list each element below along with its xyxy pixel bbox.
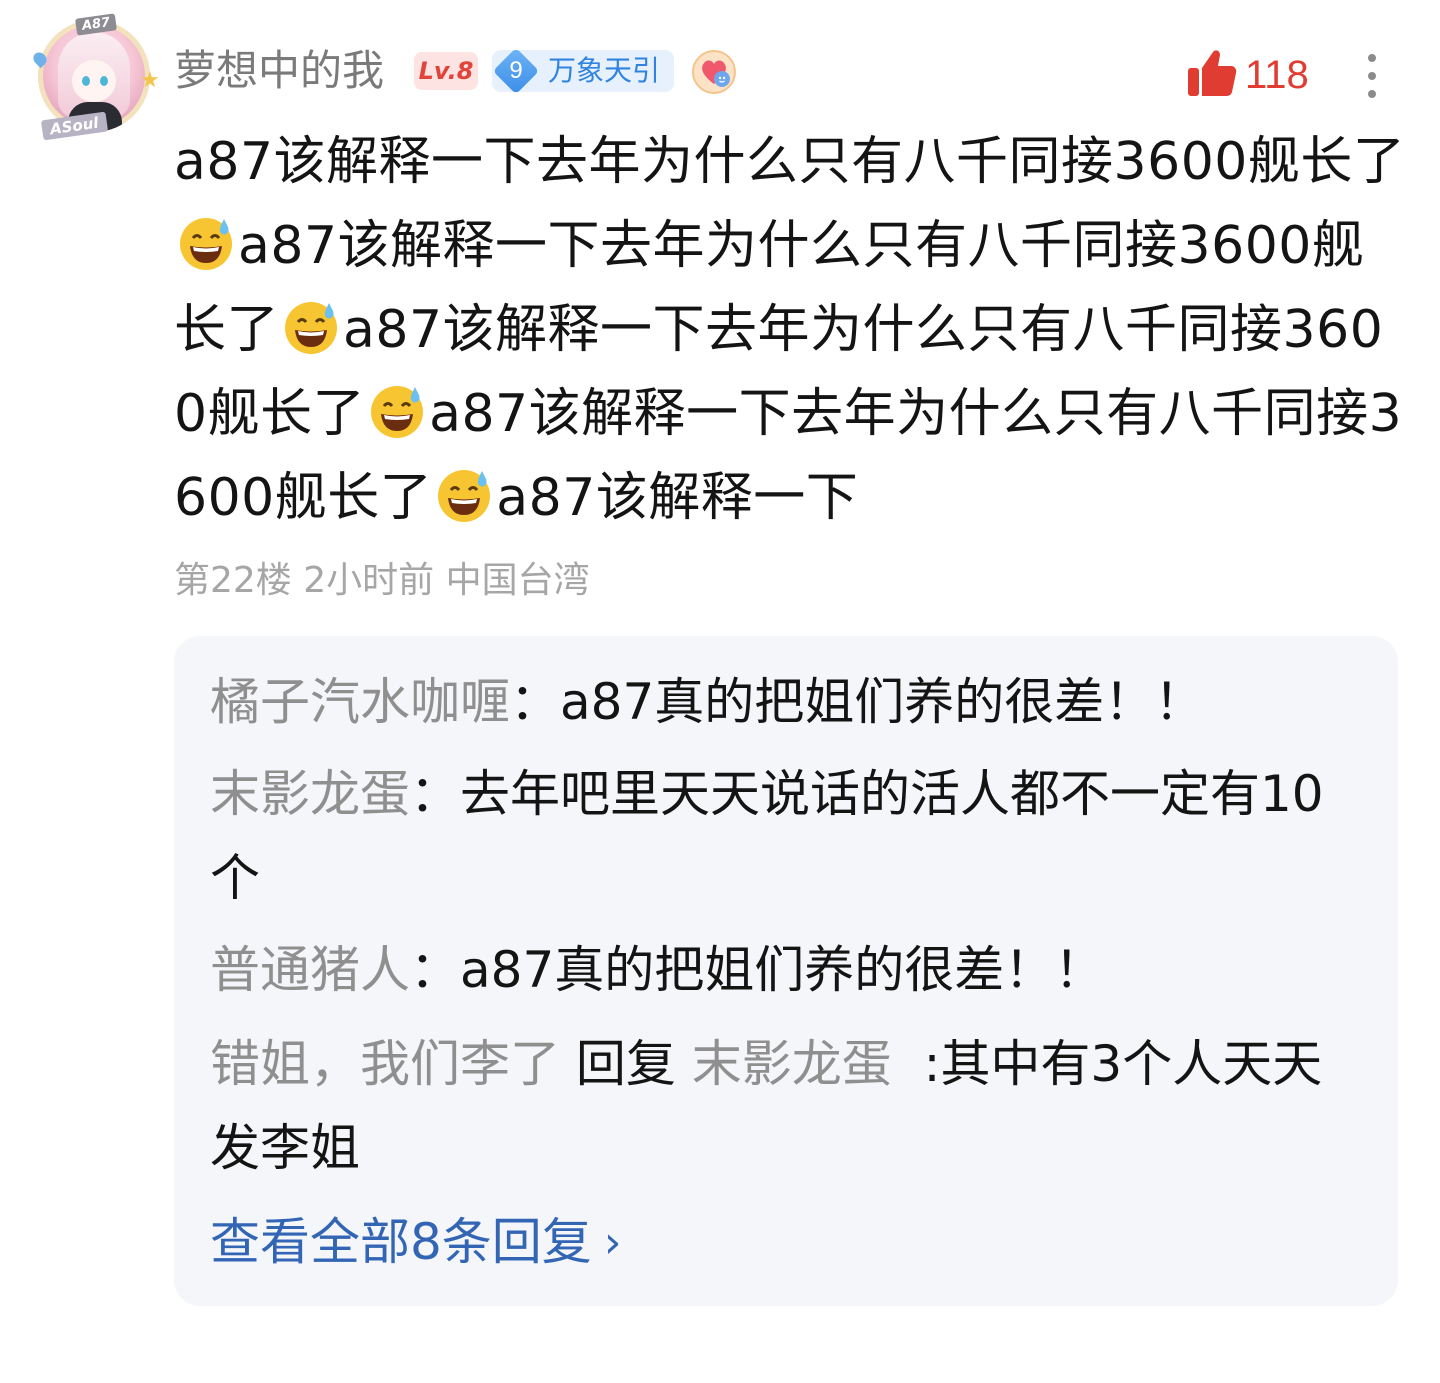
reply-separator: : bbox=[891, 1035, 941, 1093]
reply-item[interactable]: 错姐，我们李了 回复 末影龙蛋 :其中有3个人天天发李姐 bbox=[210, 1022, 1370, 1190]
reply-item[interactable]: 橘子汽水咖喱：a87真的把姐们养的很差！！ bbox=[210, 660, 1370, 744]
reply-item[interactable]: 末影龙蛋：去年吧里天天说话的活人都不一定有10个 bbox=[210, 752, 1370, 920]
username[interactable]: 萝想中的我 bbox=[174, 44, 384, 98]
fan-level-number: 9 bbox=[509, 57, 523, 84]
sweat-smile-emoji-icon bbox=[371, 386, 424, 438]
reply-text: a87真的把姐们养的很差！！ bbox=[460, 941, 1105, 999]
more-options-button[interactable] bbox=[1356, 48, 1388, 104]
avatar-eye bbox=[100, 76, 108, 86]
reply-item[interactable]: 普通猪人：a87真的把姐们养的很差！！ bbox=[210, 928, 1370, 1012]
user-avatar[interactable]: ★ A87 ASoul bbox=[30, 12, 160, 142]
avatar-star-icon: ★ bbox=[140, 68, 160, 93]
reply-separator: ： bbox=[410, 941, 460, 999]
reply-text: a87真的把姐们养的很差！！ bbox=[560, 673, 1205, 731]
view-all-label: 查看全部8条回复 bbox=[210, 1213, 592, 1271]
comment-meta: 第22楼 2小时前 中国台湾 bbox=[174, 560, 590, 601]
fan-badge-label: 万象天引 bbox=[548, 54, 661, 87]
view-all-replies-link[interactable]: 查看全部8条回复 › bbox=[210, 1204, 621, 1281]
reply-target[interactable]: 末影龙蛋 bbox=[692, 1035, 892, 1093]
fan-badge[interactable]: 9 万象天引 bbox=[492, 47, 675, 95]
sweat-smile-emoji-icon bbox=[438, 470, 491, 522]
more-dot-icon bbox=[1368, 72, 1376, 80]
avatar-face bbox=[72, 60, 116, 102]
more-dot-icon bbox=[1368, 90, 1376, 98]
reply-author[interactable]: 末影龙蛋 bbox=[210, 765, 410, 823]
thumbs-up-icon[interactable] bbox=[1186, 46, 1238, 100]
more-dot-icon bbox=[1368, 54, 1376, 62]
sweat-smile-emoji-icon bbox=[180, 218, 232, 270]
sweat-smile-emoji-icon bbox=[285, 302, 338, 354]
reply-author[interactable]: 橘子汽水咖喱 bbox=[210, 673, 510, 731]
comment-segment: a87该解释一下 bbox=[496, 468, 859, 528]
like-count: 118 bbox=[1245, 53, 1309, 97]
reply-separator: ： bbox=[510, 673, 560, 731]
reply-word: 回复 bbox=[560, 1035, 692, 1093]
comment-segment: a87该解释一下去年为什么只有八千同接3600舰长了 bbox=[174, 132, 1406, 192]
reply-author[interactable]: 错姐，我们李了 bbox=[210, 1035, 560, 1093]
reply-author[interactable]: 普通猪人 bbox=[210, 941, 410, 999]
heart-emblem-icon bbox=[692, 50, 736, 94]
replies-panel[interactable]: 橘子汽水咖喱：a87真的把姐们养的很差！！ 末影龙蛋：去年吧里天天说话的活人都不… bbox=[174, 636, 1398, 1306]
reply-separator: ： bbox=[410, 765, 460, 823]
comment-body: a87该解释一下去年为什么只有八千同接3600舰长了a87该解释一下去年为什么只… bbox=[174, 120, 1406, 540]
level-badge: Lv.8 bbox=[414, 52, 478, 90]
avatar-eye bbox=[82, 76, 90, 86]
chevron-right-icon: › bbox=[603, 1217, 622, 1268]
avatar-badge-bottom: ASoul bbox=[40, 111, 108, 141]
